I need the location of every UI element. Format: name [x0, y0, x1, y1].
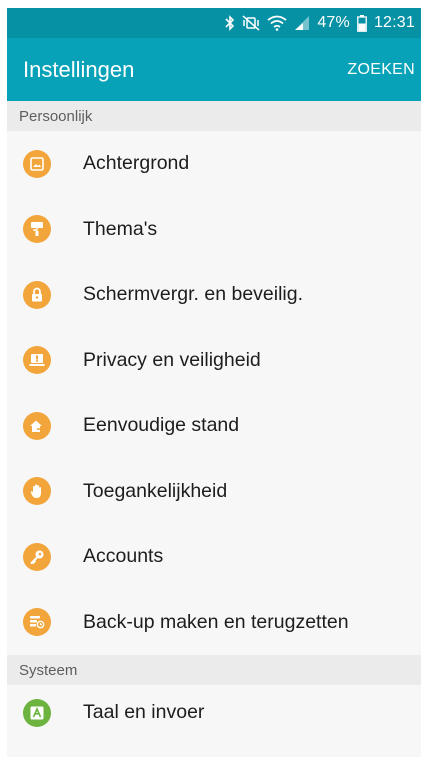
- settings-item-label: Accounts: [83, 545, 164, 568]
- page-title: Instellingen: [23, 56, 135, 82]
- app-bar: Instellingen ZOEKEN: [7, 38, 421, 101]
- paint-roller-icon: [23, 215, 51, 244]
- settings-item-label: Eenvoudige stand: [83, 414, 240, 437]
- mute-vibrate-icon: [242, 15, 260, 31]
- wallpaper-icon: [23, 149, 51, 178]
- privacy-alert-icon: [23, 346, 51, 375]
- search-button[interactable]: ZOEKEN: [347, 61, 415, 79]
- easy-mode-home-icon: [23, 411, 51, 440]
- backup-restore-icon: [23, 608, 51, 637]
- language-input-icon: [23, 698, 51, 727]
- clock: 12:31: [373, 14, 415, 31]
- key-icon: [23, 542, 51, 571]
- settings-item-label: Taal en invoer: [83, 701, 205, 723]
- settings-screen: 47% 12:31 Instellingen ZOEKEN Persoonlij…: [7, 8, 421, 757]
- signal-icon: [294, 15, 310, 31]
- section-header-system: Systeem: [7, 655, 421, 685]
- hand-icon: [23, 477, 51, 506]
- settings-item-themes[interactable]: Thema's: [7, 196, 421, 262]
- battery-percentage: 47%: [317, 14, 350, 31]
- battery-icon: [357, 14, 367, 32]
- settings-item-backup-restore[interactable]: Back-up maken en terugzetten: [7, 589, 421, 655]
- status-bar: 47% 12:31: [7, 8, 421, 38]
- settings-item-label: Schermvergr. en beveilig.: [83, 283, 304, 306]
- lock-icon: [23, 280, 51, 309]
- bluetooth-icon: [225, 15, 235, 31]
- settings-item-privacy[interactable]: Privacy en veiligheid: [7, 327, 421, 393]
- settings-item-language-input[interactable]: Taal en invoer: [7, 685, 421, 740]
- settings-item-label: Thema's: [83, 217, 158, 240]
- wifi-icon: [267, 15, 287, 31]
- settings-item-accessibility[interactable]: Toegankelijkheid: [7, 458, 421, 524]
- settings-item-label: Privacy en veiligheid: [83, 348, 261, 371]
- settings-item-label: Achtergrond: [83, 152, 190, 175]
- settings-item-wallpaper[interactable]: Achtergrond: [7, 131, 421, 197]
- settings-item-label: Toegankelijkheid: [83, 479, 228, 502]
- settings-item-label: Back-up maken en terugzetten: [83, 610, 349, 633]
- settings-item-accounts[interactable]: Accounts: [7, 524, 421, 590]
- section-header-personal: Persoonlijk: [7, 101, 421, 131]
- settings-item-lock-screen[interactable]: Schermvergr. en beveilig.: [7, 262, 421, 328]
- settings-item-easy-mode[interactable]: Eenvoudige stand: [7, 393, 421, 459]
